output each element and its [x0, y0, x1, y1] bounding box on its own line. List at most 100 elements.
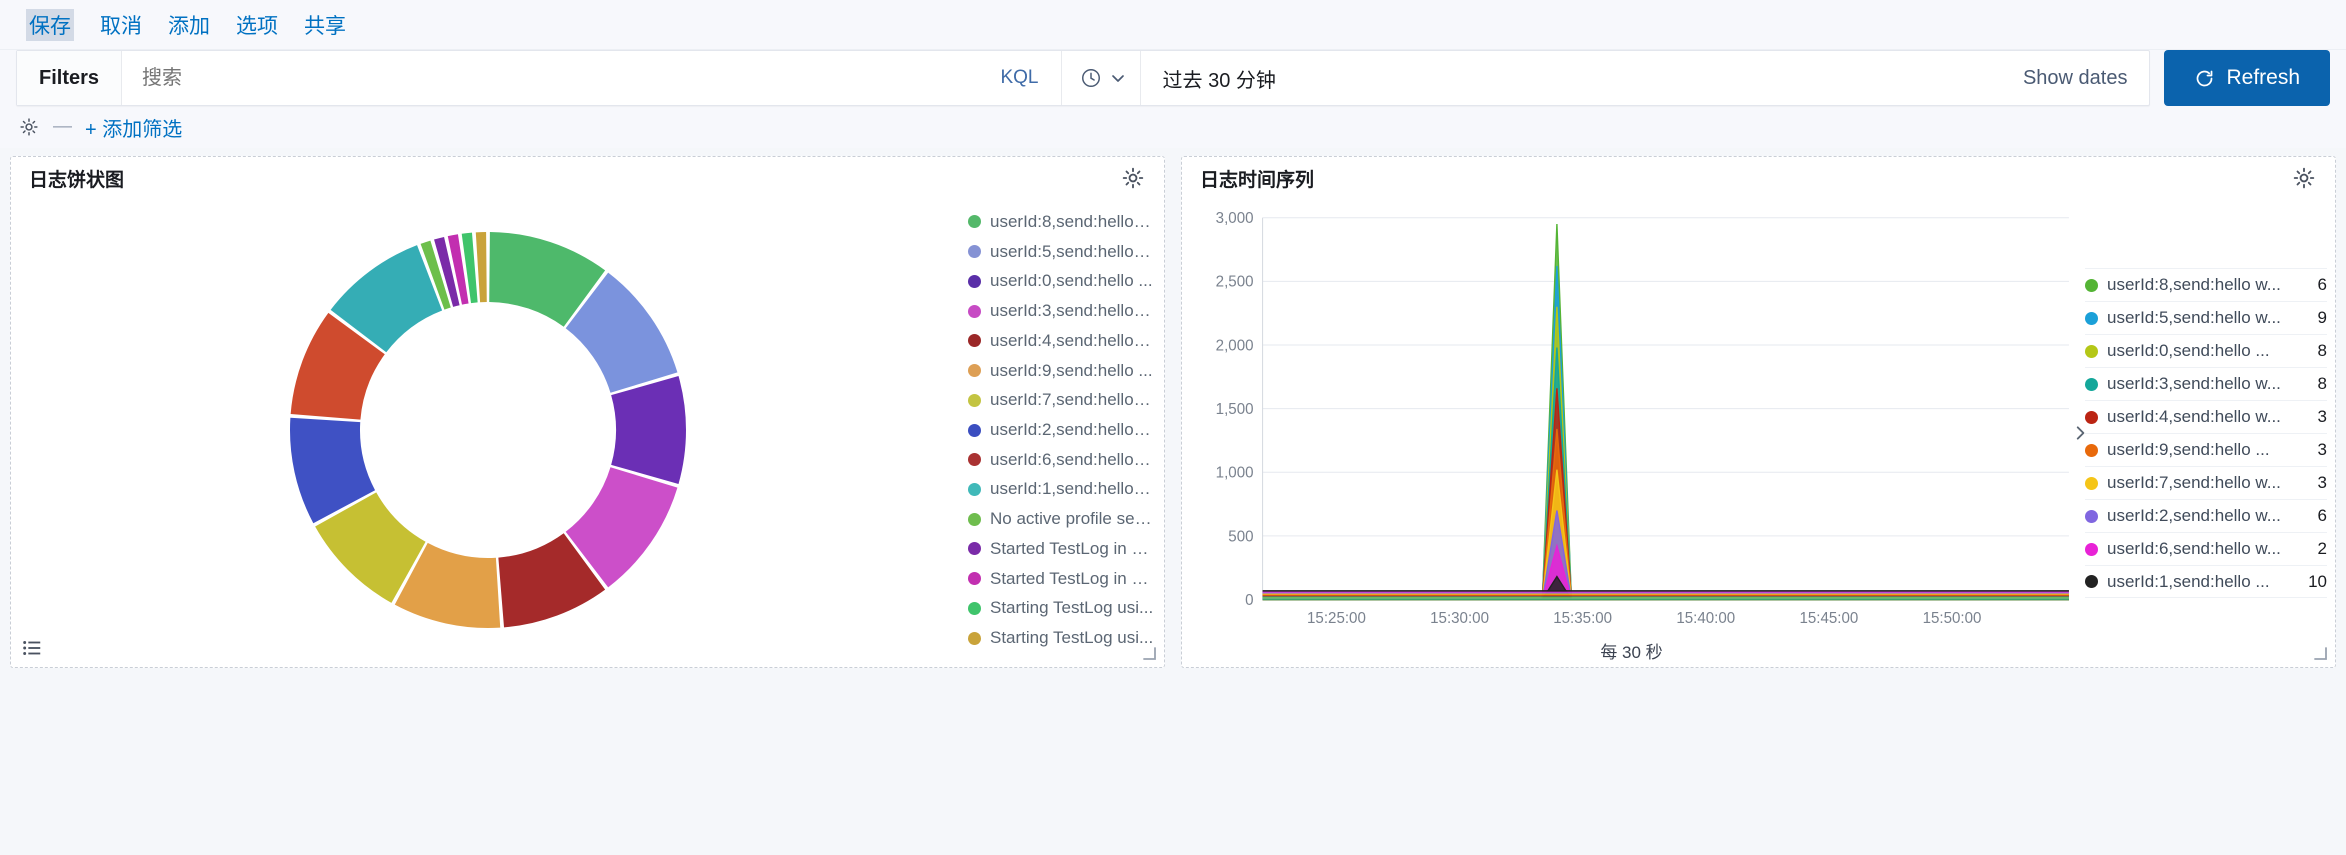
pie-legend-item[interactable]: userId:0,send:hello ...: [968, 266, 1154, 296]
timeseries-area-series[interactable]: [1262, 347, 2069, 601]
timeseries-legend-item[interactable]: userId:0,send:hello ... 8: [2085, 334, 2327, 367]
legend-color-dot: [2085, 344, 2098, 358]
pie-legend-label: userId:1,send:hello w...: [990, 479, 1154, 499]
pie-legend-label: userId:7,send:hello w...: [990, 390, 1154, 410]
timeseries-legend-label: userId:4,send:hello w...: [2107, 407, 2281, 426]
pie-legend-item[interactable]: userId:6,send:hello w...: [968, 445, 1154, 475]
date-range-text[interactable]: 过去 30 分钟: [1141, 51, 2001, 105]
query-bar-inner: Filters KQL 过去 30 分钟 Show dates: [16, 50, 2151, 106]
pie-panel-header: 日志饼状图: [11, 157, 1164, 199]
pie-legend-item[interactable]: userId:3,send:hello w...: [968, 296, 1154, 326]
timeseries-area-series[interactable]: [1262, 469, 2069, 601]
add-filter-button[interactable]: + 添加筛选: [85, 113, 182, 142]
timeseries-legend-label: userId:1,send:hello ...: [2107, 571, 2270, 591]
timeseries-area-series[interactable]: [1262, 266, 2069, 601]
pie-legend-item[interactable]: userId:5,send:hello w...: [968, 237, 1154, 267]
panel-resize-handle[interactable]: [1141, 645, 1157, 661]
timeseries-legend-item[interactable]: userId:4,send:hello w... 3: [2085, 400, 2327, 433]
legend-color-dot: [968, 334, 981, 348]
pie-legend-item[interactable]: Started TestLog in 4...: [968, 564, 1154, 594]
menu-add[interactable]: 添加: [168, 10, 210, 40]
timeseries-legend-label: userId:5,send:hello w...: [2107, 308, 2281, 327]
legend-color-dot: [2085, 443, 2098, 457]
timeseries-chart[interactable]: 0 500 1,000 1,500 2,000 2,500 3,000 15:25:00 15:…: [1182, 199, 2085, 667]
menu-save[interactable]: 保存: [26, 8, 74, 41]
ts-panel-body: 0 500 1,000 1,500 2,000 2,500 3,000 15:25:00 15:…: [1182, 199, 2335, 667]
timeseries-legend-value: 10: [2308, 571, 2327, 591]
donut-slice[interactable]: [475, 232, 487, 303]
refresh-icon: [2197, 70, 2213, 86]
pie-legend-item[interactable]: userId:2,send:hello w...: [968, 415, 1154, 445]
pie-panel-body: userId:8,send:hello w... userId:5,send:he…: [11, 199, 1164, 667]
timeseries-legend-label: userId:9,send:hello ...: [2107, 440, 2270, 459]
timeseries-legend-value: 6: [2317, 275, 2327, 294]
legend-color-dot: [968, 215, 981, 229]
timeseries-legend-label: userId:6,send:hello w...: [2107, 539, 2281, 558]
timeseries-legend-item[interactable]: userId:1,send:hello ... 10: [2085, 565, 2327, 598]
panel-log-timeseries: 日志时间序列 0 500 1,000 1,500 2,000 2,500 3,000 15:2…: [1181, 156, 2336, 668]
pie-legend-item[interactable]: userId:7,send:hello w...: [968, 385, 1154, 415]
legend-color-dot: [2085, 542, 2098, 556]
legend-color-dot: [2085, 410, 2098, 424]
panel-resize-handle[interactable]: [2312, 645, 2328, 661]
menu-options[interactable]: 选项: [236, 10, 278, 40]
search-input[interactable]: [122, 51, 979, 105]
pie-legend-item[interactable]: Starting TestLog usi...: [968, 594, 1154, 624]
date-quick-select[interactable]: [1062, 51, 1141, 105]
timeseries-area-series[interactable]: [1262, 224, 2069, 601]
kql-badge[interactable]: KQL: [978, 51, 1062, 105]
timeseries-legend-item[interactable]: userId:9,send:hello ... 3: [2085, 433, 2327, 466]
pie-legend-item[interactable]: No active profile set,...: [968, 504, 1154, 534]
x-axis-tick-label: 15:45:00: [1799, 610, 1858, 628]
pie-legend-label: userId:9,send:hello ...: [990, 360, 1153, 380]
refresh-button[interactable]: Refresh: [2164, 50, 2330, 106]
timeseries-legend-item[interactable]: userId:7,send:hello w... 3: [2085, 466, 2327, 499]
timeseries-legend-item[interactable]: userId:2,send:hello w... 6: [2085, 499, 2327, 532]
timeseries-area-series[interactable]: [1262, 428, 2069, 601]
chevron-down-icon: [1111, 75, 1124, 82]
pie-legend-item[interactable]: userId:8,send:hello w...: [968, 207, 1154, 237]
legend-color-dot: [968, 364, 981, 378]
legend-color-dot: [2085, 278, 2098, 292]
pie-legend-item[interactable]: Started TestLog in 3...: [968, 534, 1154, 564]
legend-color-dot: [968, 542, 981, 556]
show-dates-button[interactable]: Show dates: [2001, 51, 2150, 105]
pie-legend-label: Starting TestLog usi...: [990, 598, 1154, 618]
pie-legend-label: userId:3,send:hello w...: [990, 301, 1154, 321]
pie-legend-item[interactable]: Starting TestLog usi...: [968, 623, 1154, 653]
timeseries-legend-value: 9: [2317, 308, 2327, 327]
gear-icon[interactable]: [1120, 165, 1146, 191]
gear-icon[interactable]: [2291, 165, 2317, 191]
pie-legend-item[interactable]: userId:4,send:hello w...: [968, 326, 1154, 356]
x-axis-tick-label: 15:35:00: [1553, 610, 1612, 628]
legend-color-dot: [968, 453, 981, 467]
y-axis-tick-label: 0: [1245, 592, 1254, 610]
y-axis-tick-label: 3,000: [1216, 210, 1254, 228]
timeseries-area-series[interactable]: [1262, 306, 2069, 601]
menu-share[interactable]: 共享: [304, 10, 346, 40]
timeseries-legend-item[interactable]: userId:8,send:hello w... 6: [2085, 268, 2327, 301]
legend-color-dot: [2085, 377, 2098, 391]
timeseries-area-series[interactable]: [1262, 510, 2069, 601]
y-axis-tick-label: 2,000: [1216, 337, 1254, 355]
timeseries-legend-item[interactable]: userId:5,send:hello w... 9: [2085, 301, 2327, 334]
legend-toggle-icon[interactable]: [21, 637, 43, 659]
timeseries-legend-item[interactable]: userId:6,send:hello w... 2: [2085, 532, 2327, 565]
gear-icon[interactable]: [18, 116, 40, 138]
donut-slice[interactable]: [610, 376, 686, 484]
chevron-right-icon[interactable]: [2071, 424, 2089, 442]
filters-label: Filters: [17, 51, 123, 105]
donut-chart[interactable]: [11, 199, 964, 661]
x-axis-tick-label: 15:40:00: [1676, 610, 1735, 628]
pie-legend-item[interactable]: userId:9,send:hello ...: [968, 356, 1154, 386]
panel-log-pie-chart: 日志饼状图 userId:8,send:hello w... userId:5,s…: [10, 156, 1165, 668]
pie-legend-label: Started TestLog in 3...: [990, 538, 1154, 558]
timeseries-area-series[interactable]: [1262, 388, 2069, 601]
pie-legend-item[interactable]: userId:1,send:hello w...: [968, 475, 1154, 505]
menu-cancel[interactable]: 取消: [100, 10, 142, 40]
timeseries-legend-item[interactable]: userId:3,send:hello w... 8: [2085, 367, 2327, 400]
top-menu-bar: 保存 取消 添加 选项 共享: [0, 0, 2346, 50]
pie-legend-label: No active profile set,...: [990, 509, 1154, 529]
ts-panel-header: 日志时间序列: [1182, 157, 2335, 199]
pie-legend-label: userId:6,send:hello w...: [990, 449, 1154, 469]
